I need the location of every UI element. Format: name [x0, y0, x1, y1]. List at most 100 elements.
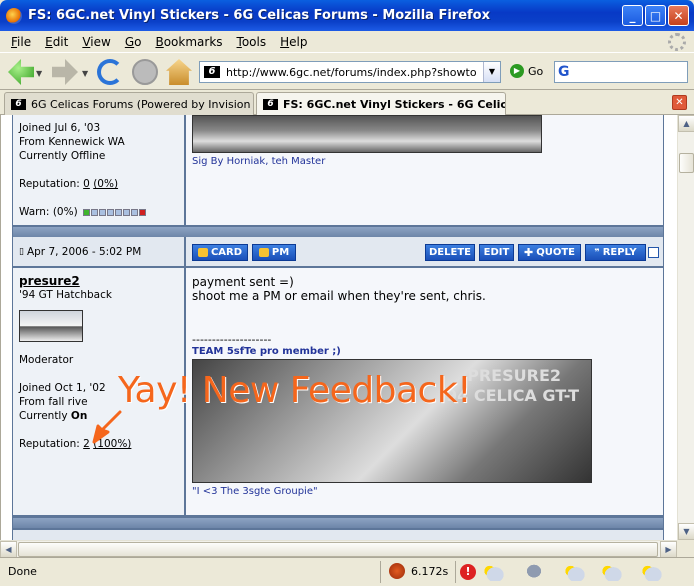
scroll-right-icon[interactable]: ▶: [660, 541, 677, 558]
window-title: FS: 6GC.net Vinyl Stickers - 6G Celicas …: [28, 8, 490, 23]
throbber-icon: [668, 33, 686, 51]
partly-cloudy-icon[interactable]: [563, 563, 585, 581]
close-tab-icon[interactable]: ✕: [672, 95, 687, 110]
edit-button[interactable]: EDIT: [479, 244, 514, 261]
avatar: [19, 310, 83, 342]
scroll-up-icon[interactable]: ▲: [678, 115, 694, 132]
menu-bookmarks[interactable]: Bookmarks: [148, 35, 229, 49]
online-status: Currently Offline: [19, 150, 106, 162]
post-page-icon: ▯: [19, 246, 24, 257]
google-icon: G: [558, 64, 570, 80]
join-date: Joined Jul 6, '03: [19, 122, 101, 134]
menu-tools[interactable]: Tools: [230, 35, 274, 49]
reputation-link[interactable]: 2: [83, 438, 90, 450]
scroll-thumb[interactable]: [679, 153, 694, 173]
signature-image: [192, 115, 542, 153]
post-text-line: payment sent =): [192, 275, 294, 289]
pm-button[interactable]: PM: [252, 244, 296, 261]
page-timer: 6.172s: [389, 563, 448, 579]
red-arrow-icon: [92, 410, 122, 444]
reputation-percent-link[interactable]: (0%): [93, 178, 118, 190]
menu-file[interactable]: File: [4, 35, 38, 49]
scroll-down-icon[interactable]: ▼: [678, 523, 694, 540]
navigation-toolbar: ▼ ▼ 6 ▼ ▶ Go G: [0, 52, 694, 90]
horizontal-scrollbar[interactable]: ◀ ▶: [0, 540, 677, 558]
username-link[interactable]: presure2: [19, 274, 178, 288]
team-text: TEAM 5sfTe pro member ;): [192, 346, 341, 357]
quote-button[interactable]: ✚ QUOTE: [518, 244, 581, 261]
url-input[interactable]: [226, 65, 476, 79]
reputation-link[interactable]: 0: [83, 178, 90, 190]
menu-edit[interactable]: Edit: [38, 35, 75, 49]
reload-icon[interactable]: [97, 59, 123, 85]
search-input[interactable]: G: [554, 61, 688, 83]
quote-marks-icon: ❞: [594, 247, 600, 258]
window-controls: _ □ ✕: [622, 5, 689, 26]
vertical-scrollbar[interactable]: ▲ ▼: [677, 115, 694, 540]
firebug-icon[interactable]: [389, 563, 405, 579]
user-title: '94 GT Hatchback: [19, 289, 112, 301]
scroll-thumb-horizontal[interactable]: [18, 542, 658, 557]
plus-icon: ✚: [524, 246, 534, 259]
warn-line: Warn: (0%): [19, 205, 178, 219]
site-favicon-icon: 6: [11, 98, 26, 110]
post-header: ▯ Apr 7, 2006 - 5:02 PM CARD PM DELETE E…: [13, 237, 663, 266]
reply-button[interactable]: ❞ REPLY: [585, 244, 646, 261]
feedback-annotation: Yay! New Feedback!: [118, 370, 472, 411]
signature-divider: --------------------: [192, 333, 272, 346]
status-bar: Done 6.172s !: [0, 557, 694, 586]
site-favicon-icon: 6: [204, 66, 220, 78]
go-arrow-icon: ▶: [510, 64, 524, 78]
user-role: Moderator: [19, 354, 74, 366]
maximize-button[interactable]: □: [645, 5, 666, 26]
card-button[interactable]: CARD: [192, 244, 248, 261]
select-post-checkbox[interactable]: [648, 247, 659, 258]
signature-caption: Sig By Horniak, teh Master: [192, 156, 326, 167]
home-icon[interactable]: [166, 59, 192, 85]
post-body: Sig By Horniak, teh Master: [186, 115, 663, 225]
post-author-panel: Joined Jul 6, '03 From Kennewick WA Curr…: [13, 115, 184, 225]
delete-button[interactable]: DELETE: [425, 244, 475, 261]
forum-thread: Joined Jul 6, '03 From Kennewick WA Curr…: [12, 115, 664, 540]
back-arrow-icon[interactable]: [8, 59, 34, 85]
minimize-button[interactable]: _: [622, 5, 643, 26]
url-bar[interactable]: 6 ▼: [199, 61, 501, 83]
tab-bar: 6 6G Celicas Forums (Powered by Invision…: [0, 90, 694, 116]
signature-caption: "I <3 The 3sgte Groupie": [192, 486, 318, 497]
go-button[interactable]: ▶ Go: [510, 64, 543, 78]
menu-help[interactable]: Help: [273, 35, 314, 49]
partly-cloudy-icon[interactable]: [600, 563, 622, 581]
close-button[interactable]: ✕: [668, 5, 689, 26]
partly-cloudy-icon[interactable]: [482, 563, 504, 581]
tab-forums[interactable]: 6 6G Celicas Forums (Powered by Invision…: [4, 92, 254, 115]
scroll-left-icon[interactable]: ◀: [0, 541, 17, 558]
user-card-icon: [197, 248, 208, 257]
post-date: ▯ Apr 7, 2006 - 5:02 PM: [13, 237, 184, 266]
partly-cloudy-icon[interactable]: [640, 563, 662, 581]
post-previous: Joined Jul 6, '03 From Kennewick WA Curr…: [13, 115, 663, 225]
site-favicon-icon: 6: [263, 99, 278, 110]
rain-cloud-icon[interactable]: [523, 563, 545, 581]
post-text-line: shoot me a PM or email when they're sent…: [192, 289, 486, 303]
tab-vinyl-stickers[interactable]: 6 FS: 6GC.net Vinyl Stickers - 6G Celica…: [256, 92, 506, 116]
page-content: Joined Jul 6, '03 From Kennewick WA Curr…: [0, 115, 694, 540]
url-dropdown-icon[interactable]: ▼: [483, 62, 500, 82]
title-bar: FS: 6GC.net Vinyl Stickers - 6G Celicas …: [0, 0, 694, 31]
stop-icon[interactable]: [132, 59, 158, 85]
envelope-icon: [258, 248, 269, 257]
menu-view[interactable]: View: [75, 35, 117, 49]
reputation-line: Reputation: 0 (0%): [19, 178, 119, 190]
scroll-corner: [677, 540, 694, 557]
forward-arrow-icon[interactable]: [52, 59, 78, 85]
post-buttons: CARD PM DELETE EDIT ✚ QUOTE ❞ REPLY: [186, 237, 663, 266]
post-divider: [13, 518, 663, 528]
next-post-header: [13, 530, 663, 540]
status-text: Done: [8, 565, 37, 578]
forward-dropdown-icon[interactable]: ▼: [82, 69, 88, 78]
warn-level-bar: [83, 208, 147, 216]
menu-bar: File Edit View Go Bookmarks Tools Help: [0, 31, 694, 52]
location: From Kennewick WA: [19, 136, 125, 148]
menu-go[interactable]: Go: [118, 35, 149, 49]
back-dropdown-icon[interactable]: ▼: [36, 69, 42, 78]
error-icon[interactable]: !: [460, 564, 476, 580]
